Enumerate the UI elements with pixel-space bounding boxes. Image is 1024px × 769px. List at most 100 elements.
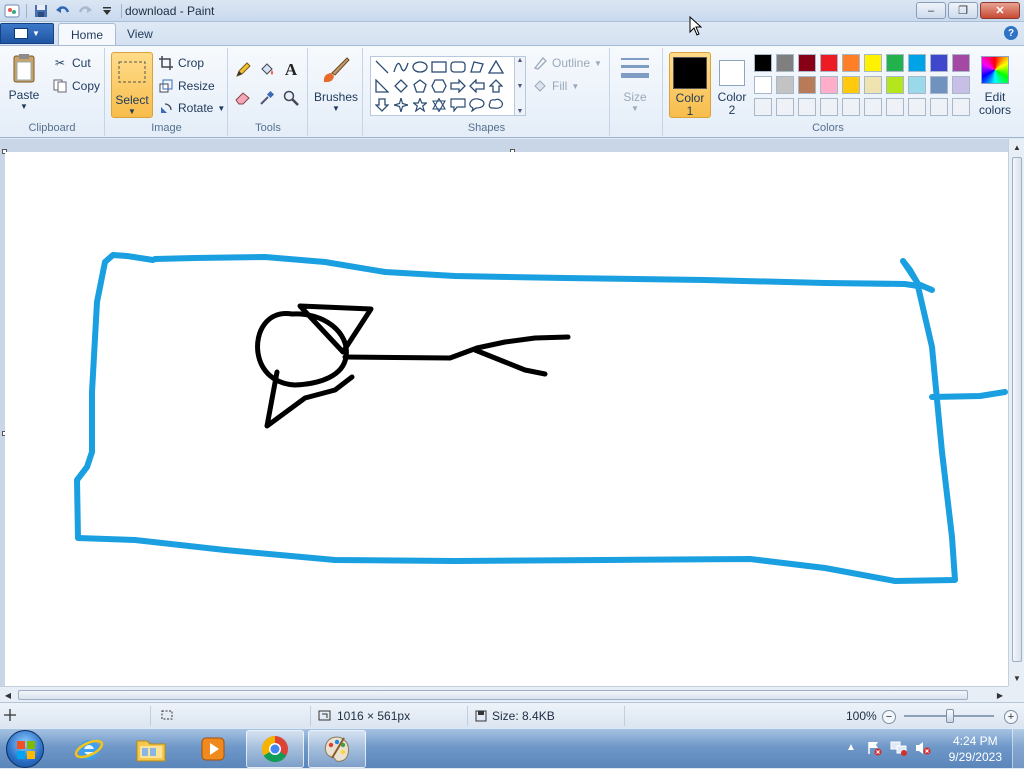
color-swatch[interactable]	[864, 98, 882, 116]
color-swatch[interactable]	[776, 98, 794, 116]
up-arrow-shape-icon[interactable]	[487, 77, 505, 95]
minimize-button[interactable]: –	[916, 2, 946, 19]
scroll-down-arrow-icon[interactable]: ▼	[1009, 670, 1024, 686]
brushes-button[interactable]: Brushes ▼	[314, 54, 358, 113]
text-tool-icon[interactable]: A	[281, 60, 301, 80]
clock[interactable]: 4:24 PM 9/29/2023	[949, 733, 1002, 765]
five-point-star-shape-icon[interactable]	[411, 96, 429, 114]
tab-home[interactable]: Home	[58, 23, 117, 45]
copy-button[interactable]: Copy	[52, 78, 100, 94]
polygon-shape-icon[interactable]	[468, 58, 486, 76]
color2-button[interactable]: Color 2	[714, 52, 750, 118]
color-swatch[interactable]	[886, 98, 904, 116]
volume-muted-icon[interactable]	[914, 740, 932, 759]
color-swatch[interactable]	[886, 54, 904, 72]
rotate-button[interactable]: Rotate ▼	[158, 100, 225, 116]
rect-callout-shape-icon[interactable]	[449, 96, 467, 114]
scroll-up-icon[interactable]: ▲	[517, 57, 524, 64]
zoom-in-button[interactable]: +	[1004, 710, 1018, 724]
color-swatch[interactable]	[930, 98, 948, 116]
color-swatch[interactable]	[930, 76, 948, 94]
color-swatch[interactable]	[798, 98, 816, 116]
eraser-icon[interactable]	[233, 88, 253, 108]
color-swatch[interactable]	[908, 98, 926, 116]
oval-shape-icon[interactable]	[411, 58, 429, 76]
scroll-down-icon[interactable]: ▼	[517, 83, 524, 90]
color-swatch[interactable]	[754, 76, 772, 94]
color1-button[interactable]: Color 1	[669, 52, 711, 118]
six-point-star-shape-icon[interactable]	[430, 96, 448, 114]
magnifier-icon[interactable]	[281, 88, 301, 108]
right-triangle-shape-icon[interactable]	[373, 77, 391, 95]
chrome-taskbar-button[interactable]	[246, 730, 304, 768]
color-swatch[interactable]	[864, 76, 882, 94]
left-arrow-shape-icon[interactable]	[468, 77, 486, 95]
zoom-slider-thumb[interactable]	[946, 709, 954, 723]
color-swatch[interactable]	[952, 76, 970, 94]
vertical-scroll-thumb[interactable]	[1012, 157, 1022, 662]
color-swatch[interactable]	[776, 54, 794, 72]
outline-button[interactable]: Outline ▼	[532, 55, 602, 71]
file-explorer-taskbar-button[interactable]	[122, 730, 180, 768]
start-button[interactable]	[6, 730, 44, 768]
right-arrow-shape-icon[interactable]	[449, 77, 467, 95]
color-swatch[interactable]	[820, 76, 838, 94]
four-point-star-shape-icon[interactable]	[392, 96, 410, 114]
color-picker-icon[interactable]	[257, 88, 277, 108]
triangle-shape-icon[interactable]	[487, 58, 505, 76]
pencil-icon[interactable]	[233, 60, 253, 80]
oval-callout-shape-icon[interactable]	[468, 96, 486, 114]
color-swatch[interactable]	[886, 76, 904, 94]
color-swatch[interactable]	[842, 98, 860, 116]
size-button[interactable]: Size ▼	[619, 54, 651, 113]
redo-icon[interactable]	[77, 3, 93, 19]
paint-app-icon[interactable]	[4, 3, 20, 19]
rectangle-shape-icon[interactable]	[430, 58, 448, 76]
fill-bucket-icon[interactable]	[257, 60, 277, 80]
maximize-button[interactable]: ❐	[948, 2, 978, 19]
horizontal-scroll-thumb[interactable]	[18, 690, 968, 700]
help-icon[interactable]: ?	[1004, 26, 1018, 40]
color-swatch[interactable]	[952, 98, 970, 116]
paint-menu-button[interactable]: ▼	[0, 23, 54, 44]
paint-taskbar-button[interactable]	[308, 730, 366, 768]
color-swatch[interactable]	[754, 54, 772, 72]
curve-shape-icon[interactable]	[392, 58, 410, 76]
tab-view[interactable]: View	[115, 23, 165, 45]
fill-button[interactable]: Fill ▼	[532, 78, 579, 94]
save-icon[interactable]	[33, 3, 49, 19]
color-swatch[interactable]	[930, 54, 948, 72]
horizontal-scrollbar[interactable]: ◀ ▶	[0, 686, 1008, 702]
rounded-rectangle-shape-icon[interactable]	[449, 58, 467, 76]
internet-explorer-taskbar-button[interactable]	[60, 730, 118, 768]
pentagon-shape-icon[interactable]	[411, 77, 429, 95]
color-swatch[interactable]	[952, 54, 970, 72]
show-desktop-button[interactable]	[1012, 729, 1024, 769]
shapes-scroll[interactable]: ▲ ▼ ▼	[514, 56, 526, 116]
down-arrow-shape-icon[interactable]	[373, 96, 391, 114]
crop-button[interactable]: Crop	[158, 55, 204, 71]
scroll-up-arrow-icon[interactable]: ▲	[1009, 139, 1024, 155]
media-player-taskbar-button[interactable]	[184, 730, 242, 768]
edit-colors-button[interactable]: Edit colors	[975, 52, 1015, 118]
color-swatch[interactable]	[776, 76, 794, 94]
resize-button[interactable]: Resize	[158, 78, 215, 94]
scroll-right-arrow-icon[interactable]: ▶	[992, 687, 1008, 703]
color-swatch[interactable]	[864, 54, 882, 72]
scroll-left-arrow-icon[interactable]: ◀	[0, 687, 16, 703]
close-button[interactable]: ✕	[980, 2, 1020, 19]
action-center-icon[interactable]	[866, 740, 882, 759]
color-swatch[interactable]	[820, 54, 838, 72]
line-shape-icon[interactable]	[373, 58, 391, 76]
drawing-canvas[interactable]	[5, 152, 1008, 686]
show-hidden-icons-icon[interactable]: ▲	[846, 742, 856, 753]
diamond-shape-icon[interactable]	[392, 77, 410, 95]
select-button[interactable]: Select ▼	[111, 52, 153, 118]
vertical-scrollbar[interactable]: ▲ ▼	[1008, 139, 1024, 686]
hexagon-shape-icon[interactable]	[430, 77, 448, 95]
color-swatch[interactable]	[842, 54, 860, 72]
color-swatch[interactable]	[908, 76, 926, 94]
color-swatch[interactable]	[820, 98, 838, 116]
color-swatch[interactable]	[842, 76, 860, 94]
cut-button[interactable]: ✂ Cut	[52, 55, 91, 71]
